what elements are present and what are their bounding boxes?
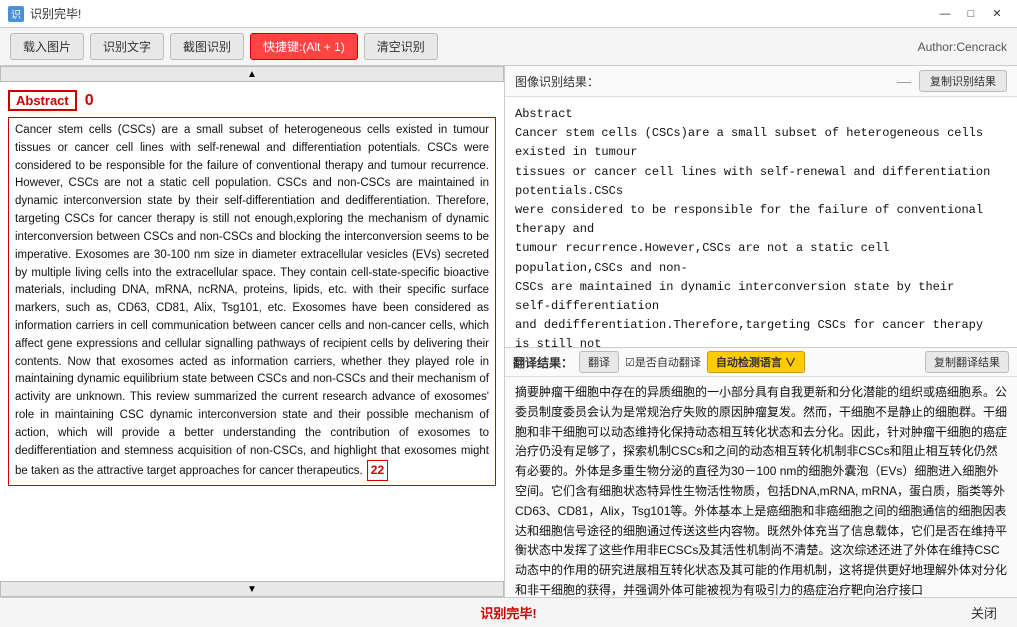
translation-label: 翻译结果： bbox=[513, 354, 573, 371]
abstract-body-text: Cancer stem cells (CSCs) are a small sub… bbox=[15, 124, 489, 477]
left-scroll-area[interactable]: Abstract 0 Cancer stem cells (CSCs) are … bbox=[0, 82, 504, 581]
abstract-header: Abstract 0 bbox=[8, 90, 496, 111]
left-text-content: Cancer stem cells (CSCs) are a small sub… bbox=[8, 117, 496, 486]
translation-text-area[interactable]: 摘要肿瘤干细胞中存在的异质细胞的一小部分具有自我更新和分化潜能的组织或癌细胞系。… bbox=[505, 377, 1017, 597]
maximize-button[interactable]: □ bbox=[959, 5, 983, 23]
title-bar: 识 识别完毕! — □ ✕ bbox=[0, 0, 1017, 28]
title-text: 识别完毕! bbox=[30, 5, 81, 22]
status-bar: 识别完毕! 关闭 bbox=[0, 597, 1017, 627]
ocr-header-label: 图像识别结果： bbox=[515, 73, 889, 90]
close-button[interactable]: ✕ bbox=[985, 5, 1009, 23]
ocr-header-dash: — bbox=[897, 73, 911, 89]
auto-detect-language-button[interactable]: 自动检测语言 ∨ bbox=[707, 351, 805, 373]
recognize-text-button[interactable]: 识别文字 bbox=[90, 33, 164, 60]
status-text: 识别完毕! bbox=[480, 603, 536, 622]
minimize-button[interactable]: — bbox=[933, 5, 957, 23]
scroll-down-arrow[interactable]: ▼ bbox=[0, 581, 504, 597]
page-number-badge: 22 bbox=[367, 460, 388, 481]
scroll-up-arrow[interactable]: ▲ bbox=[0, 66, 504, 82]
ocr-text-content: Abstract Cancer stem cells (CSCs)are a s… bbox=[515, 105, 1007, 347]
ocr-header: 图像识别结果： — 复制识别结果 bbox=[505, 66, 1017, 97]
shortcut-button[interactable]: 快捷键:(Alt + 1) bbox=[250, 33, 358, 60]
right-panel: 图像识别结果： — 复制识别结果 Abstract Cancer stem ce… bbox=[505, 66, 1017, 597]
clear-recognize-button[interactable]: 清空识别 bbox=[364, 33, 438, 60]
copy-translation-button[interactable]: 复制翻译结果 bbox=[925, 351, 1009, 373]
title-bar-left: 识 识别完毕! bbox=[8, 5, 81, 22]
ocr-text-area[interactable]: Abstract Cancer stem cells (CSCs)are a s… bbox=[505, 97, 1017, 347]
main-content: ▲ Abstract 0 Cancer stem cells (CSCs) ar… bbox=[0, 66, 1017, 597]
close-link[interactable]: 关闭 bbox=[971, 603, 997, 622]
translate-button[interactable]: 翻译 bbox=[579, 351, 619, 373]
copy-ocr-button[interactable]: 复制识别结果 bbox=[919, 70, 1007, 92]
abstract-num: 0 bbox=[85, 92, 94, 110]
auto-translate-label: ☑是否自动翻译 bbox=[625, 354, 701, 370]
translation-header: 翻译结果： 翻译 ☑是否自动翻译 自动检测语言 ∨ 复制翻译结果 bbox=[505, 348, 1017, 377]
translation-content: 摘要肿瘤干细胞中存在的异质细胞的一小部分具有自我更新和分化潜能的组织或癌细胞系。… bbox=[515, 385, 1007, 597]
author-label: Author:Cencrack bbox=[918, 40, 1007, 54]
auto-translate-checkbox[interactable]: ☑是否自动翻译 bbox=[625, 354, 701, 370]
abstract-label: Abstract bbox=[8, 90, 77, 111]
screenshot-recognize-button[interactable]: 截图识别 bbox=[170, 33, 244, 60]
title-bar-controls: — □ ✕ bbox=[933, 5, 1009, 23]
translation-section: 翻译结果： 翻译 ☑是否自动翻译 自动检测语言 ∨ 复制翻译结果 摘要肿瘤干细胞… bbox=[505, 347, 1017, 597]
load-image-button[interactable]: 载入图片 bbox=[10, 33, 84, 60]
left-panel: ▲ Abstract 0 Cancer stem cells (CSCs) ar… bbox=[0, 66, 505, 597]
app-icon: 识 bbox=[8, 6, 24, 22]
toolbar: 载入图片 识别文字 截图识别 快捷键:(Alt + 1) 清空识别 Author… bbox=[0, 28, 1017, 66]
